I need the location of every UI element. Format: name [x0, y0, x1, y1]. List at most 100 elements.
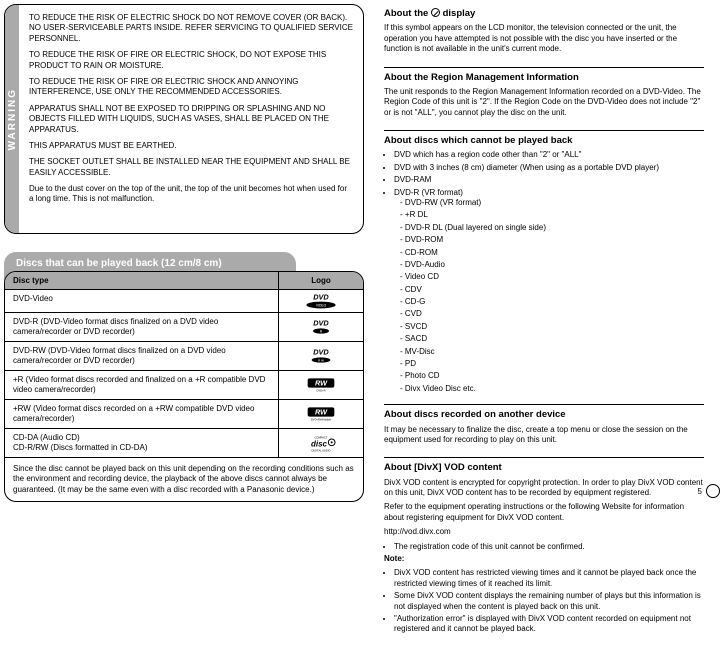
table-row: DVD-Video VIDEODVD — [5, 289, 363, 312]
note-label: Note: — [384, 554, 404, 563]
disc-type-cell: DVD-Video — [5, 290, 279, 312]
dvd-plusr-logo-icon: RWDVD+R — [301, 376, 341, 394]
svg-text:RW: RW — [315, 379, 328, 388]
table-row: +RW (Video format discs recorded on a +R… — [5, 399, 363, 428]
table-row: +R (Video format discs recorded and fina… — [5, 370, 363, 399]
table-row: DVD-RW (DVD-Video format discs finalized… — [5, 341, 363, 370]
section-body: If this symbol appears on the LCD monito… — [384, 23, 704, 54]
svg-text:DIGITAL AUDIO: DIGITAL AUDIO — [311, 449, 330, 453]
list-item: DVD-ROM — [406, 235, 704, 245]
section-body: The unit responds to the Region Manageme… — [384, 87, 704, 118]
svg-text:RW: RW — [315, 408, 328, 417]
table-row: CD-DA (Audio CD) CD-R/RW (Discs formatte… — [5, 428, 363, 457]
warning-p3: TO REDUCE THE RISK OF FIRE OR ELECTRIC S… — [29, 77, 353, 98]
warning-p6: THE SOCKET OUTLET SHALL BE INSTALLED NEA… — [29, 157, 353, 178]
svg-text:disc: disc — [311, 439, 328, 448]
svg-text:DVD: DVD — [313, 348, 329, 357]
disc-logo-cell: RWDVD+ReWritable — [279, 400, 363, 428]
section-region: About the Region Management Information … — [384, 67, 704, 131]
discs-table: Disc type Logo DVD-Video VIDEODVD DVD-R … — [4, 271, 364, 502]
section-title: About [DivX] VOD content — [384, 462, 704, 474]
warning-p2: TO REDUCE THE RISK OF FIRE OR ELECTRIC S… — [29, 50, 353, 71]
disc-logo-cell: RWDVD+R — [279, 371, 363, 399]
page-number: 5 — [698, 484, 720, 498]
list-item: Video CD — [406, 272, 704, 282]
svg-text:DVD+ReWritable: DVD+ReWritable — [311, 418, 332, 422]
list-item: DVD-Audio — [406, 260, 704, 270]
dvd-video-logo-icon: VIDEODVD — [301, 292, 341, 310]
disc-type-cell: +R (Video format discs recorded and fina… — [5, 371, 279, 399]
disc-logo-cell: COMPACTdiscDIGITAL AUDIO — [279, 429, 363, 457]
disc-logo-cell: RDVD — [279, 313, 363, 341]
title-post: display — [440, 8, 475, 19]
warning-body: TO REDUCE THE RISK OF ELECTRIC SHOCK DO … — [19, 5, 363, 233]
list-item: PD — [406, 359, 704, 369]
dvd-r-logo-icon: RDVD — [301, 318, 341, 336]
warning-p7: Due to the dust cover on the top of the … — [29, 184, 353, 205]
list-item: MV-Disc — [406, 347, 704, 357]
section-title: About discs recorded on another device — [384, 409, 704, 421]
disc-type-cell: CD-DA (Audio CD) CD-R/RW (Discs formatte… — [5, 429, 279, 457]
cannot-play-list: DVD which has a region code other than "… — [384, 150, 704, 394]
discs-section: Discs that can be played back (12 cm/8 c… — [4, 252, 364, 502]
svg-text:VIDEO: VIDEO — [316, 303, 327, 307]
svg-text:DVD: DVD — [313, 319, 329, 328]
list-item: Some DivX VOD content displays the remai… — [394, 591, 704, 612]
list-item: DVD-RAM — [394, 175, 704, 185]
list-item: SVCD — [406, 322, 704, 332]
list-item: Divx Video Disc etc. — [406, 384, 704, 394]
dvd-plusrw-logo-icon: RWDVD+ReWritable — [301, 405, 341, 423]
list-item: CDV — [406, 285, 704, 295]
disc-logo-cell: VIDEODVD — [279, 290, 363, 312]
list-item: CVD — [406, 309, 704, 319]
list-item: DivX VOD content has restricted viewing … — [394, 568, 704, 589]
divx-line: Refer to the equipment operating instruc… — [384, 502, 704, 523]
list-item: "Authorization error" is displayed with … — [394, 614, 704, 635]
disc-logo-cell: R WDVD — [279, 342, 363, 370]
list-item: CD-G — [406, 297, 704, 307]
disc-type-cell: +RW (Video format discs recorded on a +R… — [5, 400, 279, 428]
list-item: Photo CD — [406, 371, 704, 381]
page-number-value: 5 — [698, 487, 702, 496]
warning-p4: APPARATUS SHALL NOT BE EXPOSED TO DRIPPI… — [29, 104, 353, 135]
warning-box: WARNING TO REDUCE THE RISK OF ELECTRIC S… — [4, 4, 364, 234]
divx-url: http://vod.divx.com — [384, 527, 704, 537]
svg-text:DVD: DVD — [313, 293, 329, 302]
section-other-device: About discs recorded on another device I… — [384, 404, 704, 457]
svg-text:R W: R W — [318, 358, 324, 362]
discs-table-head: Disc type Logo — [5, 272, 363, 289]
table-row: DVD-R (DVD-Video format discs finalized … — [5, 312, 363, 341]
list-item: DVD-R (VR format) DVD-RW (VR format) +R … — [394, 188, 704, 395]
warning-p1: TO REDUCE THE RISK OF ELECTRIC SHOCK DO … — [29, 13, 353, 44]
disc-type-cell: DVD-R (DVD-Video format discs finalized … — [5, 313, 279, 341]
svg-text:DVD+R: DVD+R — [316, 389, 325, 393]
section-title: About the Region Management Information — [384, 72, 704, 84]
list-item: SACD — [406, 334, 704, 344]
section-no-symbol: About the display If this symbol appears… — [384, 4, 704, 67]
page-marker-icon — [706, 484, 720, 498]
list-item: DVD-RW (VR format) — [406, 198, 704, 208]
list-item-text: DVD-R (VR format) — [394, 188, 463, 197]
list-item: DVD which has a region code other than "… — [394, 150, 704, 160]
discs-head-type: Disc type — [5, 272, 279, 289]
list-item: DVD-R DL (Dual layered on single side) — [406, 223, 704, 233]
disc-type-cell: DVD-RW (DVD-Video format discs finalized… — [5, 342, 279, 370]
section-divx-vod: About [DivX] VOD content DivX VOD conten… — [384, 457, 704, 644]
warning-stripe-label: WARNING — [7, 88, 18, 150]
section-title: About discs which cannot be played back — [384, 135, 704, 147]
discs-head-logo: Logo — [279, 272, 363, 289]
prohibited-icon — [431, 8, 440, 17]
section-body: It may be necessary to finalize the disc… — [384, 425, 704, 446]
warning-stripe: WARNING — [5, 5, 19, 233]
list-item: +R DL — [406, 210, 704, 220]
warning-p5: THIS APPARATUS MUST BE EARTHED. — [29, 141, 353, 151]
divx-line: DivX VOD content is encrypted for copyri… — [384, 478, 704, 499]
divx-line: The registration code of this unit canno… — [394, 542, 704, 552]
section-title: About the display — [384, 8, 704, 20]
title-pre: About the — [384, 8, 431, 19]
dvd-rw-logo-icon: R WDVD — [301, 347, 341, 365]
section-cannot-play: About discs which cannot be played back … — [384, 130, 704, 404]
compact-disc-logo-icon: COMPACTdiscDIGITAL AUDIO — [301, 432, 341, 454]
list-item: CD-ROM — [406, 248, 704, 258]
discs-footer: Since the disc cannot be played back on … — [5, 457, 363, 501]
